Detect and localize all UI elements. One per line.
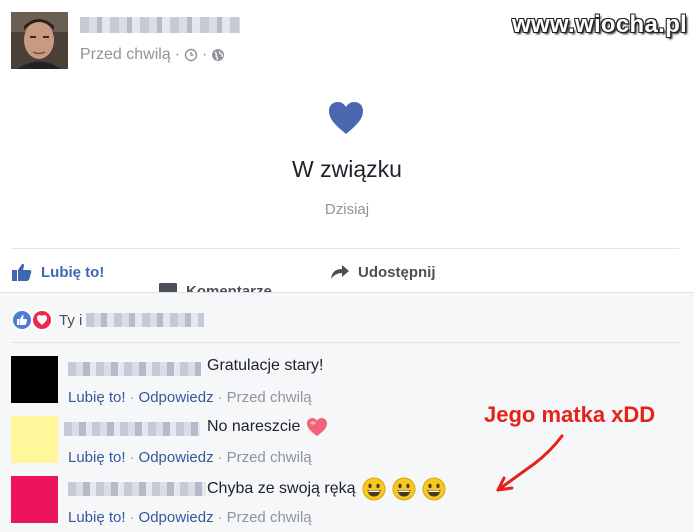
post-meta: Przed chwilą · · <box>80 46 225 64</box>
life-event-date: Dzisiaj <box>324 201 370 218</box>
comment-timestamp[interactable]: Przed chwilą <box>227 449 312 466</box>
heart-emoji-icon <box>307 418 328 436</box>
comment-reply-link[interactable]: Odpowiedz <box>139 509 214 526</box>
annotation-arrow <box>496 434 564 492</box>
post-timestamp[interactable]: Przed chwilą <box>80 46 171 64</box>
globe-icon[interactable] <box>211 48 225 62</box>
comment-text: Chyba ze swoją ręką <box>207 480 356 497</box>
divider <box>11 248 679 249</box>
comment-separator: · <box>129 509 135 526</box>
share-button[interactable]: Udostępnij <box>330 261 436 283</box>
comment-timestamp[interactable]: Przed chwilą <box>227 389 312 406</box>
profile-avatar[interactable] <box>11 12 68 69</box>
meta-separator: · <box>174 46 181 63</box>
comment-reply-link[interactable]: Odpowiedz <box>139 449 214 466</box>
comment-item: Chyba ze swoją ręką Lubię to! · Odpowied… <box>11 476 671 532</box>
heart-icon <box>329 102 363 134</box>
comment-actions: Lubię to! · Odpowiedz · Przed chwilą <box>68 449 312 466</box>
love-reaction-icon <box>31 309 53 331</box>
share-icon <box>331 265 349 279</box>
comment-actions: Lubię to! · Odpowiedz · Przed chwilą <box>68 389 312 406</box>
comment-actions: Lubię to! · Odpowiedz · Przed chwilą <box>68 509 312 526</box>
reactions-summary[interactable]: Ty i <box>11 309 205 331</box>
smiley-icon <box>362 477 386 501</box>
clock-icon <box>184 48 198 62</box>
like-reaction-icon <box>11 309 33 331</box>
life-event-title: W związku <box>292 156 402 182</box>
comment-avatar[interactable] <box>11 416 58 463</box>
reactors-names-redacted[interactable] <box>86 313 205 327</box>
comment-text: No nareszcie <box>207 418 301 435</box>
commenter-name-redacted[interactable] <box>68 362 201 376</box>
smiley-icon <box>392 477 416 501</box>
thumb-up-icon <box>12 263 32 281</box>
divider <box>11 342 679 343</box>
reactions-text: Ty i <box>59 311 83 329</box>
watermark: www.wiocha.pl <box>512 11 688 38</box>
comment-separator: · <box>217 509 223 526</box>
comment-avatar[interactable] <box>11 356 58 403</box>
comment-separator: · <box>217 389 223 406</box>
comment-reply-link[interactable]: Odpowiedz <box>139 389 214 406</box>
profile-name-redacted[interactable] <box>80 17 240 33</box>
like-button[interactable]: Lubię to! <box>11 261 104 283</box>
comment-separator: · <box>129 449 135 466</box>
like-button-label: Lubię to! <box>41 263 105 281</box>
meta-separator: · <box>202 46 208 63</box>
comment-like-link[interactable]: Lubię to! <box>68 509 126 526</box>
commenter-name-redacted[interactable] <box>68 482 206 496</box>
comment-like-link[interactable]: Lubię to! <box>68 449 126 466</box>
comment-separator: · <box>217 449 223 466</box>
share-button-label: Udostępnij <box>358 263 436 281</box>
comment-timestamp[interactable]: Przed chwilą <box>227 509 312 526</box>
annotation-text: Jego matka xDD <box>484 402 656 427</box>
smiley-icon <box>422 477 446 501</box>
comment-avatar[interactable] <box>11 476 58 523</box>
comment-like-link[interactable]: Lubię to! <box>68 389 126 406</box>
commenter-name-redacted[interactable] <box>64 422 200 436</box>
comment-text: Gratulacje stary! <box>207 357 324 374</box>
comment-separator: · <box>129 389 135 406</box>
